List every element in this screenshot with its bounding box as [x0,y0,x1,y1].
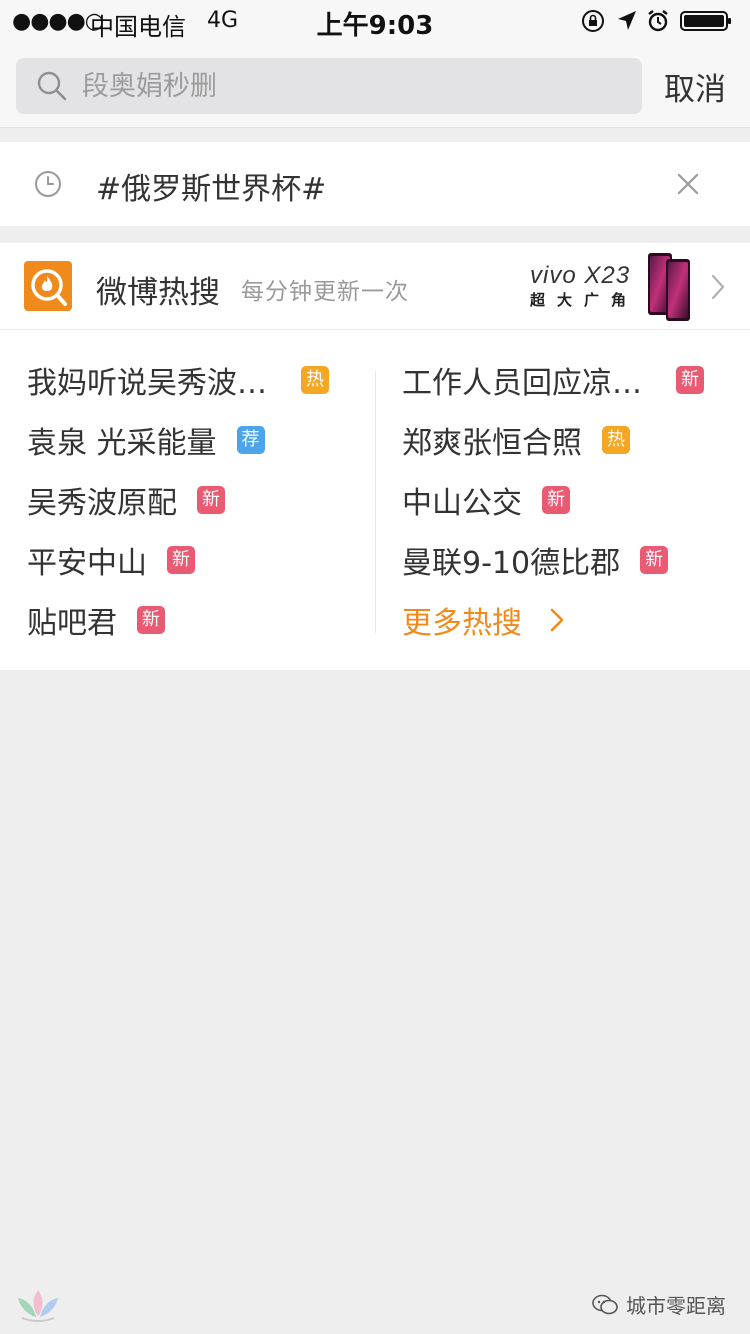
history-item[interactable]: #俄罗斯世界杯# [0,142,750,226]
hot-search-item[interactable]: 我妈听说吴秀波… 热 [27,355,329,405]
phone-image [648,253,690,321]
ad-slogan: 超大广角 [530,291,639,309]
chevron-right-icon [711,274,725,300]
hot-search-item-label: 我妈听说吴秀波… [27,366,267,401]
hot-search-item[interactable]: 平安中山 新 [27,535,195,585]
search-input[interactable] [82,66,622,106]
ad-banner[interactable]: vivo X23 超大广角 [528,251,698,323]
new-badge: 新 [197,486,225,514]
hot-search-item-label: 工作人员回应凉… [402,366,642,401]
new-badge: 新 [676,366,704,394]
hot-search-item[interactable]: 曼联9-10德比郡 新 [402,535,669,585]
hot-search-item[interactable]: 袁泉 光采能量 荐 [27,415,265,465]
hot-search-item[interactable]: 贴吧君 新 [27,595,165,645]
hot-search-header[interactable]: 微博热搜 每分钟更新一次 vivo X23 超大广角 [0,243,750,330]
hot-search-logo [24,261,72,311]
hot-search-item-label: 郑爽张恒合照 [402,426,582,461]
clock-icon [35,171,61,197]
footer-brand: 城市零距离 [592,1290,726,1319]
hot-search-list: 我妈听说吴秀波… 热 袁泉 光采能量 荐 吴秀波原配 新 平安中山 新 贴吧君 … [0,343,750,643]
ad-brand: vivo X23 [530,262,631,289]
footer-brand-label: 城市零距离 [626,1294,726,1318]
hot-badge: 热 [301,366,329,394]
search-box[interactable] [16,58,642,114]
close-icon[interactable] [676,172,700,196]
hot-search-title: 微博热搜 [96,275,220,311]
cancel-button[interactable]: 取消 [664,64,726,109]
new-badge: 新 [137,606,165,634]
alarm-clock-icon [648,10,668,32]
hot-badge: 热 [602,426,630,454]
hot-search-item-label: 贴吧君 [27,606,117,641]
hot-search-panel: 微博热搜 每分钟更新一次 vivo X23 超大广角 我妈听说吴秀波… 热 袁泉… [0,243,750,670]
wechat-icon [592,1294,618,1314]
more-hot-search-label: 更多热搜 [402,606,522,641]
column-divider [375,371,376,633]
hot-search-item-label: 袁泉 光采能量 [27,426,217,461]
hot-search-item[interactable]: 中山公交 新 [402,475,570,525]
hot-search-subtitle: 每分钟更新一次 [241,279,409,305]
new-badge: 新 [167,546,195,574]
flame-search-icon [31,269,67,306]
hot-search-item-label: 吴秀波原配 [27,486,177,521]
new-badge: 新 [542,486,570,514]
rotation-lock-icon [582,10,604,32]
history-item-label: #俄罗斯世界杯# [96,172,327,207]
more-hot-search-link[interactable]: 更多热搜 [402,595,566,645]
hot-search-item[interactable]: 郑爽张恒合照 热 [402,415,630,465]
hot-search-item[interactable]: 吴秀波原配 新 [27,475,225,525]
status-icons [580,8,740,34]
hot-search-item-label: 曼联9-10德比郡 [402,546,621,581]
new-badge: 新 [640,546,669,574]
location-arrow-icon [618,11,636,30]
search-header: 取消 [0,42,750,128]
lotus-logo-icon [18,1290,58,1322]
hot-search-item-label: 平安中山 [27,546,147,581]
hot-search-item[interactable]: 工作人员回应凉… 新 [402,355,704,405]
chevron-right-icon [550,608,564,632]
status-bar: ●●●●○ 中国电信 4G 上午9:03 [0,0,750,42]
hot-search-item-label: 中山公交 [402,486,522,521]
battery-icon [680,11,731,31]
recommend-badge: 荐 [236,426,265,454]
search-icon [37,71,67,101]
